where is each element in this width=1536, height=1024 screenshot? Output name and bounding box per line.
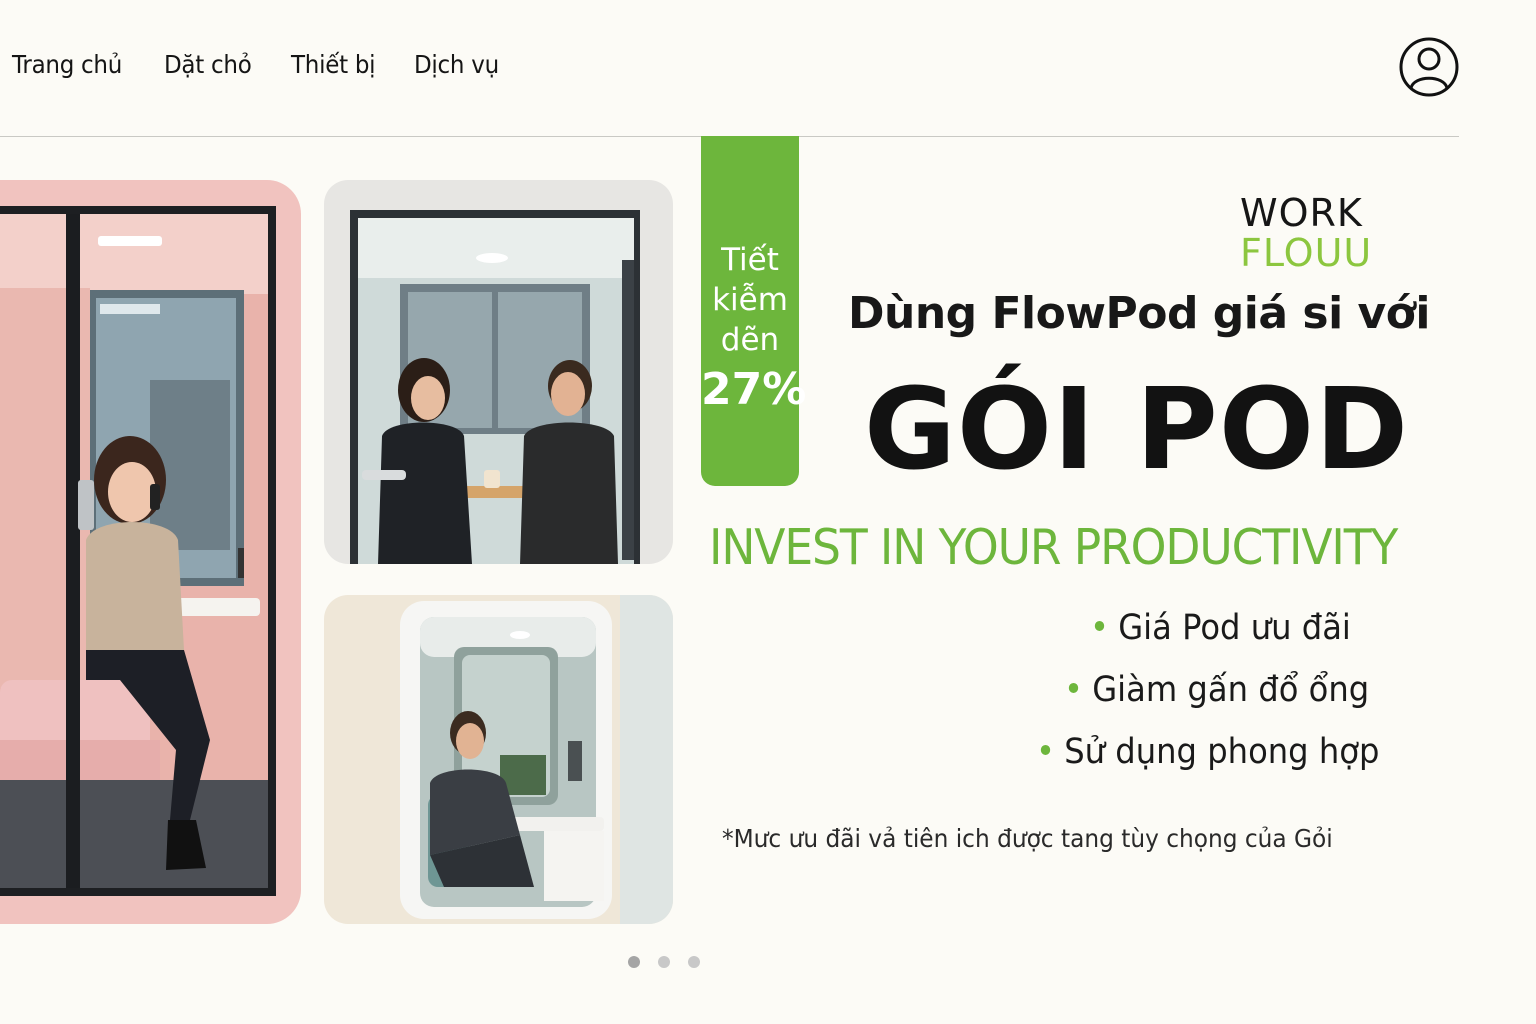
nav-item-booking[interactable]: Dặt chỏ bbox=[164, 50, 252, 79]
savings-badge: Tiết kiễm dẽn 27% bbox=[701, 136, 807, 486]
account-button[interactable] bbox=[1398, 32, 1460, 102]
benefit-item: • Giàm gấn đổ ổng bbox=[1064, 670, 1369, 710]
carousel-indicators bbox=[628, 956, 700, 968]
meeting-pod-photo bbox=[324, 180, 673, 564]
carousel-dot-3[interactable] bbox=[688, 956, 700, 968]
desk-pod-photo bbox=[324, 595, 673, 924]
logo-line-work: WORK bbox=[1240, 191, 1363, 235]
benefit-item: • Giá Pod ưu đãi bbox=[1090, 608, 1351, 648]
carousel-dot-2[interactable] bbox=[658, 956, 670, 968]
bullet-icon: • bbox=[1036, 732, 1056, 772]
badge-word-1: Tiết bbox=[721, 242, 779, 278]
carousel-dot-1[interactable] bbox=[628, 956, 640, 968]
hero-subheading: Dùng FlowPod giá si với bbox=[848, 288, 1430, 339]
badge-percent: 27% bbox=[701, 364, 807, 415]
nav-item-equipment[interactable]: Thiết bị bbox=[291, 50, 376, 79]
hero-tagline: INVEST IN YOUR PRODUCTIVITY bbox=[709, 519, 1398, 576]
badge-word-3: dẽn bbox=[720, 322, 780, 358]
benefit-text: Giàm gấn đổ ổng bbox=[1092, 670, 1370, 710]
benefit-text: Sử dụng phong hợp bbox=[1064, 732, 1380, 772]
brand-logo[interactable]: WORK FLOUU bbox=[1240, 191, 1373, 275]
bullet-icon: • bbox=[1090, 608, 1110, 648]
benefit-item: • Sử dụng phong hợp bbox=[1036, 732, 1379, 772]
pink-phone-pod-photo bbox=[0, 180, 301, 924]
main-nav: Trang chủ Dặt chỏ Thiết bị Dịch vụ bbox=[12, 50, 539, 79]
badge-word-2: kiễm bbox=[712, 282, 788, 318]
user-icon bbox=[1399, 37, 1459, 97]
nav-item-services[interactable]: Dịch vụ bbox=[414, 50, 499, 79]
hero-heading: GÓI POD bbox=[864, 365, 1410, 495]
disclaimer-note: *Mưc ưu đãi vả tiên ich được tang tùy ch… bbox=[722, 824, 1333, 853]
logo-line-flow: FLOUU bbox=[1240, 231, 1373, 275]
bullet-icon: • bbox=[1064, 670, 1084, 710]
benefit-text: Giá Pod ưu đãi bbox=[1118, 608, 1351, 648]
nav-item-home[interactable]: Trang chủ bbox=[12, 50, 122, 79]
